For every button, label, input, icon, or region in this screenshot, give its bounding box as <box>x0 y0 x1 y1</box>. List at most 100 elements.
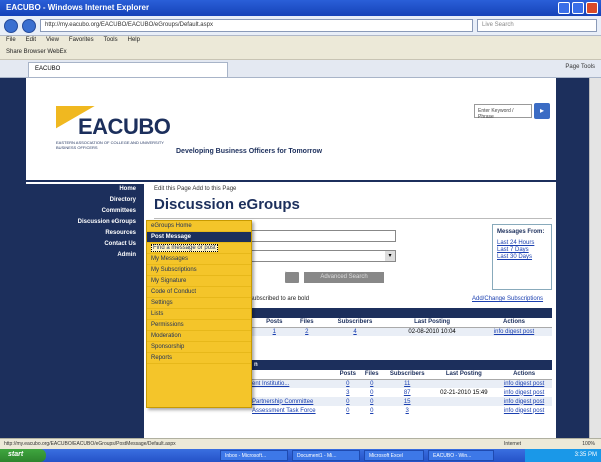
egroup-select[interactable]: ▾ <box>250 250 396 262</box>
nav-admin[interactable]: Admin <box>26 250 144 261</box>
forward-button[interactable] <box>22 18 36 33</box>
row-actions[interactable]: info digest post <box>496 397 552 406</box>
col-header-last-posting: Last Posting <box>388 318 477 328</box>
menu-item-find-message[interactable]: Find a message or post <box>147 243 251 254</box>
table-section-title: n <box>250 360 552 370</box>
menu-item-my-signature[interactable]: My Signature <box>147 276 251 287</box>
menu-item-reports[interactable]: Reports <box>147 353 251 364</box>
files-count[interactable]: 0 <box>360 397 383 406</box>
group-name[interactable]: ent Institutio... <box>250 379 336 388</box>
windows-taskbar: start Inbox - Microsoft... Document1 - M… <box>0 449 601 462</box>
start-button[interactable]: start <box>0 449 46 462</box>
menu-item-my-subscriptions[interactable]: My Subscriptions <box>147 265 251 276</box>
row-actions[interactable]: info digest post <box>476 327 552 336</box>
search-go-button[interactable]: ▸ <box>534 103 550 119</box>
egroup-search-input[interactable] <box>250 230 396 242</box>
change-subscriptions-link[interactable]: Add/Change Subscriptions <box>472 296 543 302</box>
group-name[interactable]: Partnership Committee <box>250 397 336 406</box>
browser-search-input[interactable]: Live Search <box>477 19 597 32</box>
taskbar-item-ie[interactable]: EACUBO - Win... <box>428 450 494 461</box>
menu-favorites[interactable]: Favorites <box>69 37 94 47</box>
posts-count[interactable]: 0 <box>335 406 361 415</box>
menu-bar: File Edit View Favorites Tools Help <box>0 36 601 48</box>
clock: 3:35 PM <box>574 452 597 458</box>
row-actions[interactable]: info digest post <box>496 379 552 388</box>
menu-item-settings[interactable]: Settings <box>147 298 251 309</box>
posts-count[interactable]: 0 <box>335 379 361 388</box>
menu-item-post-message[interactable]: Post Message <box>147 232 251 243</box>
menu-item-my-messages[interactable]: My Messages <box>147 254 251 265</box>
command-bar[interactable]: Page Tools <box>565 64 595 70</box>
menu-item-code-of-conduct[interactable]: Code of Conduct <box>147 287 251 298</box>
nav-discussion-egroups[interactable]: Discussion eGroups <box>26 217 144 228</box>
taskbar-item-document[interactable]: Document1 - Mi... <box>292 450 360 461</box>
links-bar: Share Browser WebEx <box>0 48 601 60</box>
vertical-scrollbar[interactable] <box>589 78 601 438</box>
nav-home[interactable]: Home <box>26 184 144 195</box>
subscribers-count[interactable]: 4 <box>321 327 389 336</box>
back-button[interactable] <box>4 18 18 33</box>
close-button[interactable] <box>586 2 598 14</box>
subscribers-count[interactable]: 15 <box>382 397 432 406</box>
url-field[interactable]: http://my.eacubo.org/EACUBO/EACUBO/eGrou… <box>40 19 473 32</box>
last-posting <box>431 379 497 388</box>
logo-text[interactable]: EACUBO <box>78 114 171 140</box>
posts-count[interactable]: 1 <box>256 327 292 336</box>
menu-file[interactable]: File <box>6 37 16 47</box>
browser-viewport: EACUBO Eastern Association of College an… <box>0 78 589 438</box>
menu-item-moderation[interactable]: Moderation <box>147 331 251 342</box>
recent-30-days-link[interactable]: Last 30 Days <box>497 254 547 261</box>
posts-count[interactable]: 3 <box>335 388 361 397</box>
site-search-input[interactable]: Enter Keyword / Phrase <box>474 104 532 120</box>
maximize-button[interactable] <box>572 2 584 14</box>
page-tools[interactable]: Edit this Page Add to this Page <box>150 184 556 196</box>
menu-help[interactable]: Help <box>128 37 140 47</box>
subscribers-count[interactable]: 3 <box>383 406 432 415</box>
group-name[interactable]: Assessment Task Force <box>250 406 335 415</box>
col-header-posts: Posts <box>335 370 361 380</box>
subscribers-count[interactable]: 87 <box>383 388 432 397</box>
go-button[interactable]: Go <box>285 272 299 283</box>
menu-view[interactable]: View <box>46 37 59 47</box>
zoom-level[interactable]: 100% <box>582 441 595 447</box>
system-tray: 3:35 PM <box>525 449 601 462</box>
nav-resources[interactable]: Resources <box>26 228 144 239</box>
minimize-button[interactable] <box>558 2 570 14</box>
recent-7-days-link[interactable]: Last 7 Days <box>497 247 547 254</box>
subscribers-count[interactable]: 11 <box>382 379 432 388</box>
status-bar: http://my.eacubo.org/EACUBO/EACUBO/eGrou… <box>0 438 601 449</box>
page-title: Discussion eGroups <box>154 196 300 213</box>
nav-committees[interactable]: Committees <box>26 206 144 217</box>
menu-edit[interactable]: Edit <box>26 37 36 47</box>
row-actions[interactable]: info digest post <box>496 388 552 397</box>
col-header-files: Files <box>291 318 322 328</box>
menu-item-lists[interactable]: Lists <box>147 309 251 320</box>
tab-eacubo[interactable]: EACUBO <box>28 62 228 77</box>
last-posting <box>431 397 497 406</box>
menu-tools[interactable]: Tools <box>104 37 118 47</box>
taskbar-item-excel[interactable]: Microsoft Excel <box>364 450 424 461</box>
nav-contact-us[interactable]: Contact Us <box>26 239 144 250</box>
chevron-down-icon[interactable]: ▾ <box>385 251 395 261</box>
posts-count[interactable]: 0 <box>335 397 361 406</box>
files-count[interactable]: 2 <box>291 327 322 336</box>
menu-item-egroups-home[interactable]: eGroups Home <box>147 221 251 232</box>
menu-item-permissions[interactable]: Permissions <box>147 320 251 331</box>
recent-24-hours-link[interactable]: Last 24 Hours <box>497 240 547 247</box>
site-header: EACUBO Eastern Association of College an… <box>26 78 556 182</box>
advanced-search-button[interactable]: Advanced Search <box>304 272 384 283</box>
links-bar-text[interactable]: Share Browser WebEx <box>6 49 67 55</box>
menu-item-sponsorship[interactable]: Sponsorship <box>147 342 251 353</box>
files-count[interactable]: 0 <box>360 379 383 388</box>
taskbar-item-inbox[interactable]: Inbox - Microsoft... <box>220 450 288 461</box>
table-row: 1 2 4 02-08-2010 10:04 info digest post <box>250 327 552 336</box>
row-actions[interactable]: info digest post <box>496 406 552 415</box>
files-count[interactable]: 0 <box>361 406 383 415</box>
files-count[interactable]: 0 <box>361 388 383 397</box>
nav-directory[interactable]: Directory <box>26 195 144 206</box>
col-header-files: Files <box>360 370 383 380</box>
web-page: EACUBO Eastern Association of College an… <box>26 78 556 438</box>
group-name[interactable] <box>250 388 335 397</box>
address-bar: http://my.eacubo.org/EACUBO/EACUBO/eGrou… <box>0 16 601 36</box>
recent-messages-title: Messages From: <box>497 229 545 235</box>
